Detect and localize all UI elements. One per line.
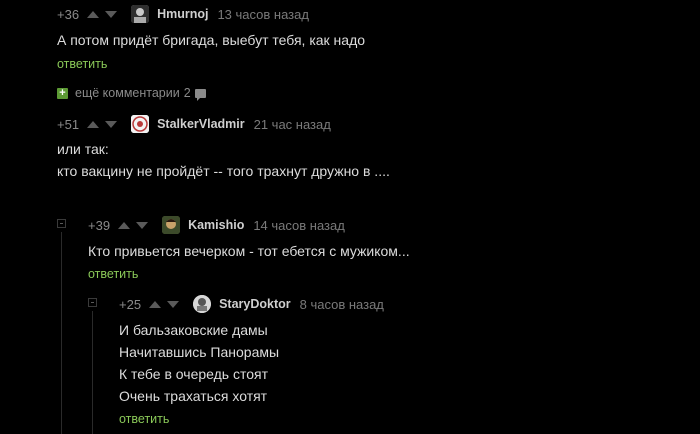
comments-page: +36 Hmurnoj 13 часов назад А потом придё… [0, 0, 700, 434]
reply-button[interactable]: ответить [57, 57, 107, 71]
thread-line[interactable] [61, 232, 62, 434]
comment-line: Очень трахаться хотят [119, 388, 268, 404]
chat-bubble-icon [194, 88, 206, 101]
downvote-icon[interactable] [105, 120, 118, 128]
comment-text: И бальзаковские дамы Начитавшись Панорам… [119, 319, 279, 407]
collapse-box-icon[interactable] [88, 298, 97, 307]
comment-text: Кто привьется вечерком - тот ебется с му… [88, 240, 410, 262]
comment-rating: +25 [119, 296, 142, 312]
thread-line[interactable] [92, 311, 93, 434]
more-comments-button[interactable]: + ещё комментарии 2 [57, 86, 206, 101]
comment-header: +36 Hmurnoj 13 часов назад [57, 4, 309, 24]
avatar[interactable] [131, 5, 150, 23]
downvote-icon[interactable] [167, 300, 180, 308]
reply-button[interactable]: ответить [88, 267, 138, 281]
comment-line: И бальзаковские дамы [119, 322, 268, 338]
comment-time[interactable]: 13 часов назад [217, 7, 309, 22]
comment-line: или так: [57, 141, 109, 157]
avatar[interactable] [131, 115, 150, 133]
collapse-box-icon[interactable] [57, 219, 66, 228]
comment-rating: +51 [57, 116, 80, 132]
comment-time[interactable]: 14 часов назад [253, 218, 345, 233]
downvote-icon[interactable] [136, 221, 149, 229]
more-comments-count: 2 [183, 86, 191, 100]
comment-text: А потом придёт бригада, выебут тебя, как… [57, 29, 365, 51]
upvote-icon[interactable] [87, 120, 100, 128]
plus-box-icon: + [57, 87, 68, 99]
downvote-icon[interactable] [105, 10, 118, 18]
comment-rating: +36 [57, 6, 80, 22]
author-name[interactable]: StalkerVladmir [157, 117, 245, 131]
upvote-icon[interactable] [118, 221, 131, 229]
upvote-icon[interactable] [149, 300, 162, 308]
comment-line: кто вакцину не пройдёт -- того трахнут д… [57, 163, 390, 179]
author-name[interactable]: Kamishio [188, 218, 244, 232]
upvote-icon[interactable] [87, 10, 100, 18]
avatar[interactable] [193, 295, 212, 313]
comment-time[interactable]: 21 час назад [254, 117, 331, 132]
comment-time[interactable]: 8 часов назад [300, 297, 384, 312]
author-name[interactable]: StaryDoktor [219, 297, 291, 311]
comment-rating: +39 [88, 217, 111, 233]
comment-line: Начитавшись Панорамы [119, 344, 280, 360]
author-name[interactable]: Hmurnoj [157, 7, 208, 21]
reply-button[interactable]: ответить [119, 412, 169, 426]
comment-text: или так: кто вакцину не пройдёт -- того … [57, 138, 390, 182]
comment-header: +39 Kamishio 14 часов назад [88, 215, 345, 235]
comment-header: +25 StaryDoktor 8 часов назад [119, 294, 384, 314]
comment-header: +51 StalkerVladmir 21 час назад [57, 114, 331, 134]
avatar[interactable] [162, 216, 181, 234]
more-comments-label: ещё комментарии [75, 86, 180, 100]
comment-line: К тебе в очередь стоят [119, 366, 269, 382]
comment-line: Кто привьется вечерком - тот ебется с му… [88, 243, 410, 259]
comment-line: А потом придёт бригада, выебут тебя, как… [57, 32, 366, 48]
